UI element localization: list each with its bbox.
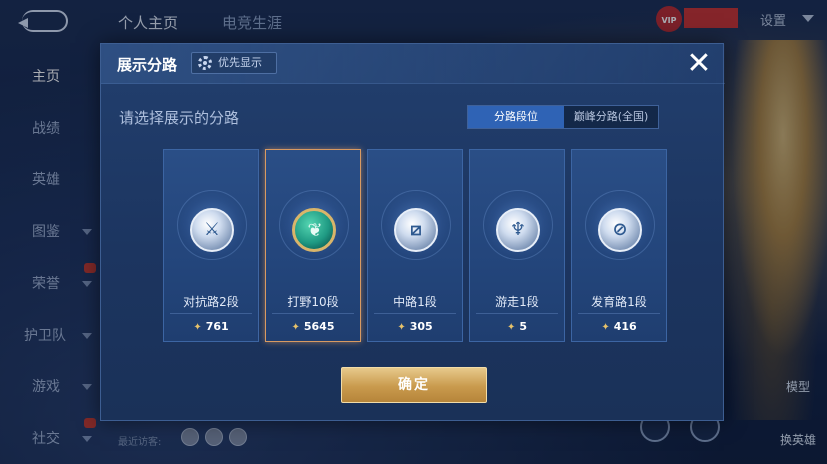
dialog-prompt: 请选择展示的分路 bbox=[119, 109, 240, 127]
lane-name: 对抗路2段 bbox=[183, 295, 239, 309]
lane-score: ✦ 305 bbox=[368, 320, 462, 336]
divider bbox=[578, 313, 660, 314]
lane-display-dialog: 展示分路 优先显示 ✕ 请选择展示的分路 分路段位 巅峰分路(全国) ⚔ 对抗路… bbox=[100, 43, 725, 421]
lane-score-value: 5645 bbox=[303, 320, 335, 333]
lane-card-farm[interactable]: ⊘ 发育路1段 ✦ 416 bbox=[571, 149, 667, 342]
score-icon: ✦ bbox=[291, 322, 300, 333]
lane-name: 打野10段 bbox=[287, 295, 339, 309]
lane-card-roam[interactable]: ♆ 游走1段 ✦ 5 bbox=[469, 149, 565, 342]
lane-name: 游走1段 bbox=[495, 295, 539, 309]
score-icon: ✦ bbox=[601, 322, 610, 333]
clash-lane-icon: ⚔ bbox=[190, 208, 234, 252]
farm-lane-icon: ⊘ bbox=[598, 208, 642, 252]
lane-score: ✦ 5645 bbox=[266, 320, 360, 336]
dialog-title: 展示分路 bbox=[117, 56, 178, 74]
lane-name: 中路1段 bbox=[393, 295, 437, 309]
lane-score-value: 416 bbox=[613, 320, 637, 333]
divider bbox=[374, 313, 456, 314]
score-icon: ✦ bbox=[397, 322, 406, 333]
lane-score-value: 5 bbox=[519, 320, 528, 333]
score-icon: ✦ bbox=[193, 322, 202, 333]
lane-score: ✦ 5 bbox=[470, 320, 564, 336]
score-icon: ✦ bbox=[506, 322, 516, 333]
lane-card-clash[interactable]: ⚔ 对抗路2段 ✦ 761 bbox=[163, 149, 259, 342]
divider bbox=[476, 313, 558, 314]
lane-card-mid[interactable]: ⧄ 中路1段 ✦ 305 bbox=[367, 149, 463, 342]
lane-score: ✦ 761 bbox=[164, 320, 258, 336]
lane-score-value: 305 bbox=[409, 320, 433, 333]
confirm-button[interactable]: 确定 bbox=[341, 367, 487, 403]
lane-score: ✦ 416 bbox=[572, 320, 666, 336]
jungle-icon: ❦ bbox=[292, 208, 336, 252]
segment-lane-rank[interactable]: 分路段位 bbox=[468, 106, 564, 128]
divider bbox=[272, 313, 354, 314]
mid-lane-icon: ⧄ bbox=[394, 208, 438, 252]
lane-score-value: 761 bbox=[205, 320, 229, 333]
lane-segment-control: 分路段位 巅峰分路(全国) bbox=[467, 105, 659, 129]
priority-display-button[interactable]: 优先显示 bbox=[191, 52, 277, 74]
gear-icon bbox=[198, 56, 212, 70]
lane-name: 发育路1段 bbox=[591, 295, 647, 309]
divider bbox=[170, 313, 252, 314]
lane-card-jungle[interactable]: ❦ 打野10段 ✦ 5645 bbox=[265, 149, 361, 342]
roam-icon: ♆ bbox=[496, 208, 540, 252]
segment-peak-lane[interactable]: 巅峰分路(全国) bbox=[564, 106, 658, 128]
dialog-header: 展示分路 优先显示 ✕ bbox=[101, 44, 725, 84]
priority-display-label: 优先显示 bbox=[218, 56, 262, 69]
close-icon[interactable]: ✕ bbox=[683, 48, 715, 80]
